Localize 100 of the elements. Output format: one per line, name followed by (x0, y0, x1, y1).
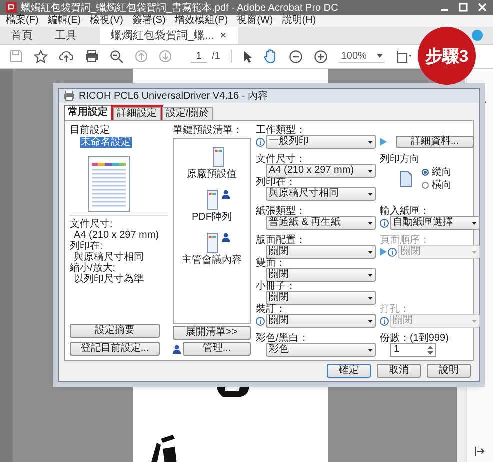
close-tab-button[interactable]: × (220, 30, 227, 42)
dialog-tab[interactable]: 設定/關於 (162, 107, 213, 120)
window-title: 蠟燭紅包袋賀詞_蠟燭紅包袋賀詞_書寫範本.pdf - Adobe Acrobat Pro DC (21, 2, 338, 14)
zoom-out-circle-icon[interactable] (289, 50, 304, 64)
calligraphy-drawing (151, 435, 177, 462)
field-label: 列印方向 (380, 154, 421, 165)
summary-label: 縮小/放大: (70, 263, 116, 274)
page-number-field[interactable]: 1 (191, 50, 207, 62)
pdf-icon (6, 2, 17, 13)
upload-icon[interactable] (59, 50, 74, 63)
hand-icon[interactable] (264, 49, 278, 64)
close-icon[interactable] (478, 3, 487, 12)
menu-item[interactable]: 增效模組(P) (174, 15, 228, 27)
preset-item[interactable]: 原廠預設值 (187, 147, 237, 180)
dropdown[interactable]: 與原稿尺寸相同 (266, 187, 376, 201)
dialog-button[interactable]: 確定 (327, 364, 371, 378)
zoom-dropdown[interactable]: 100% (339, 50, 385, 62)
summary-label: 文件尺寸: (70, 219, 113, 230)
page-count: /1 (212, 51, 220, 62)
field-label: 頁面順序： (380, 235, 431, 246)
dialog-button[interactable]: 登記目前設定... (70, 342, 160, 356)
zoom-out-icon[interactable] (110, 50, 124, 64)
document-icon (206, 233, 218, 253)
caret-icon (368, 140, 373, 144)
dropdown[interactable]: A4 (210 x 297 mm) (266, 164, 376, 178)
summary-value: A4 (210 x 297 mm) (73, 230, 160, 241)
dropdown[interactable]: 一般列印 (266, 135, 376, 149)
tab[interactable]: 工具 (44, 27, 88, 44)
radio-label: 縱向 (432, 167, 452, 178)
menu-item[interactable]: 檢視(V) (90, 15, 124, 27)
caret-icon (368, 296, 373, 300)
portrait-page-icon (400, 171, 412, 187)
user-icon (173, 344, 181, 354)
caret-icon (376, 54, 383, 58)
dropdown[interactable]: 關閉 (266, 245, 376, 259)
field-label: 列印在： (256, 177, 296, 188)
summary-label: 列印在: (70, 241, 103, 252)
maximize-icon[interactable] (459, 3, 468, 12)
collapse-panel-icon[interactable] (475, 447, 485, 456)
caret-icon (472, 320, 477, 322)
cursor-icon[interactable] (243, 50, 254, 64)
tab[interactable]: 首頁 (0, 27, 44, 44)
dialog-button[interactable]: 說明 (427, 364, 471, 378)
dialog-tab[interactable]: 常用設定 (64, 105, 112, 120)
caret-icon (368, 250, 373, 254)
dropdown[interactable]: 關閉 (266, 291, 376, 305)
menu-item[interactable]: 檔案(F) (6, 15, 39, 27)
section-heading: 單鍵預設清單： (173, 125, 244, 136)
printer-icon (64, 91, 75, 101)
dialog-title: RICOH PCL6 UniversalDriver V4.16 - 內容 (79, 90, 268, 103)
star-icon[interactable] (34, 50, 48, 64)
dropdown[interactable]: 普通紙 & 再生紙 (266, 216, 376, 230)
zoom-in-icon[interactable] (314, 50, 328, 64)
dialog-button[interactable]: 展開清單>> (173, 326, 251, 340)
dropdown[interactable]: 關閉 (266, 268, 376, 282)
preset-item[interactable]: 主管會議內容 (182, 233, 242, 266)
dialog-tab[interactable]: 詳細設定 (113, 107, 161, 120)
menu-item[interactable]: 編輯(E) (48, 15, 82, 27)
caret-icon (368, 192, 373, 196)
field-label: 紙張類型： (256, 206, 307, 217)
print-icon[interactable] (85, 50, 99, 63)
menu-item[interactable]: 視窗(W) (237, 15, 274, 27)
dialog-button[interactable]: 設定摘要 (70, 324, 160, 338)
dropdown[interactable]: 自動紙匣選擇 (390, 216, 480, 230)
tab[interactable]: 蠟燭紅包袋賀詞_蠟... × (100, 27, 238, 44)
field-label: 小冊子： (256, 281, 297, 292)
field-label: 版面配置： (256, 235, 307, 246)
details-button[interactable]: 詳細資料... (396, 136, 474, 148)
dialog-button[interactable]: 管理... (183, 342, 251, 356)
caret-icon (368, 274, 373, 276)
caret-icon (368, 222, 373, 224)
summary-value: 與原稿尺寸相同 (74, 252, 144, 263)
menu-item[interactable]: 簽署(S) (132, 15, 166, 27)
field-label: 彩色/黑白： (256, 333, 310, 344)
page-preview-drawing (88, 156, 130, 212)
dialog-button[interactable]: 取消 (377, 364, 421, 378)
copies-field[interactable]: 1 (390, 343, 436, 357)
summary-value: 以列印尺寸為準 (73, 274, 144, 285)
field-label: 份數：(1到999) (380, 333, 450, 344)
document-icon (206, 190, 218, 210)
radio-button[interactable] (422, 182, 429, 189)
radio-label: 橫向 (432, 180, 452, 191)
preset-item[interactable]: PDF陣列 (192, 190, 232, 223)
caret-icon (368, 170, 373, 172)
caret-icon (472, 222, 477, 224)
field-label: 打孔： (380, 304, 411, 315)
caret-icon (472, 250, 477, 254)
menu-item[interactable]: 說明(H) (282, 15, 316, 27)
field-label: 裝訂： (256, 304, 287, 315)
radio-button[interactable] (422, 169, 429, 176)
field-label: 雙面： (256, 258, 287, 269)
dropdown[interactable]: 彩色 (266, 343, 376, 357)
dropdown[interactable]: 關閉 (266, 314, 376, 328)
settings-name: 未命名設定 (80, 137, 132, 148)
caret-icon (368, 320, 373, 322)
field-label: 文件尺寸： (256, 154, 307, 165)
spin-arrows-icon[interactable] (427, 344, 434, 356)
field-label: 工作類型： (256, 125, 306, 136)
document-icon (212, 147, 224, 167)
page-fit-icon[interactable] (396, 50, 412, 64)
